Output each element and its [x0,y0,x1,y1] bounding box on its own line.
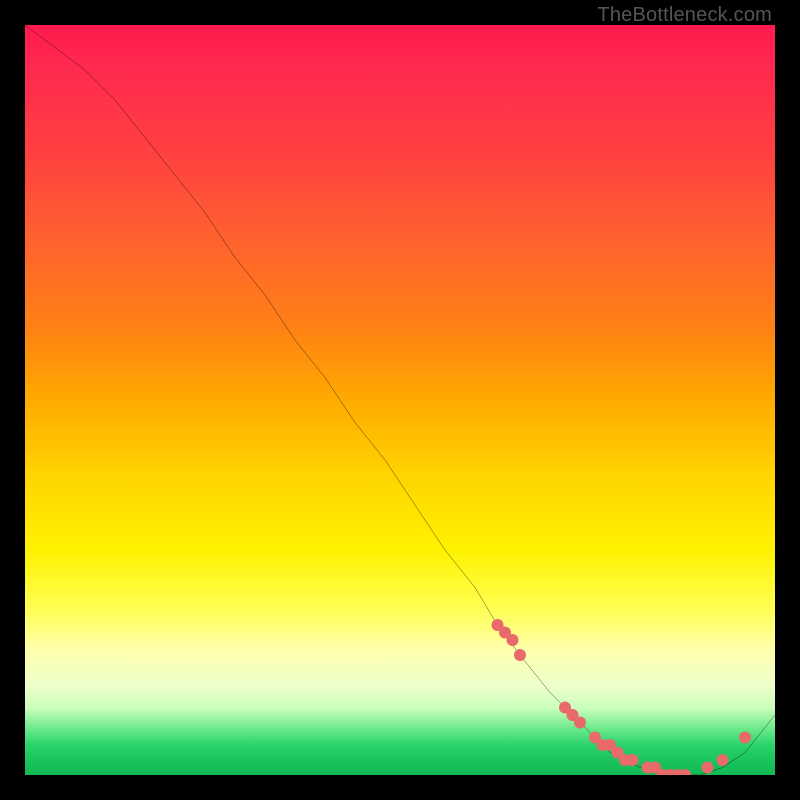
data-point [627,754,639,766]
data-point [702,762,714,774]
data-point [739,732,751,744]
bottleneck-curve-path [25,25,775,775]
plot-area [25,25,775,775]
curve-layer [25,25,775,775]
chart-frame: TheBottleneck.com [0,0,800,800]
data-point [717,754,729,766]
chart-svg [25,25,775,775]
watermark-text: TheBottleneck.com [597,4,772,27]
data-point [679,769,691,775]
data-point [574,717,586,729]
points-layer [492,619,751,775]
data-point [506,634,518,646]
data-point [514,649,526,661]
